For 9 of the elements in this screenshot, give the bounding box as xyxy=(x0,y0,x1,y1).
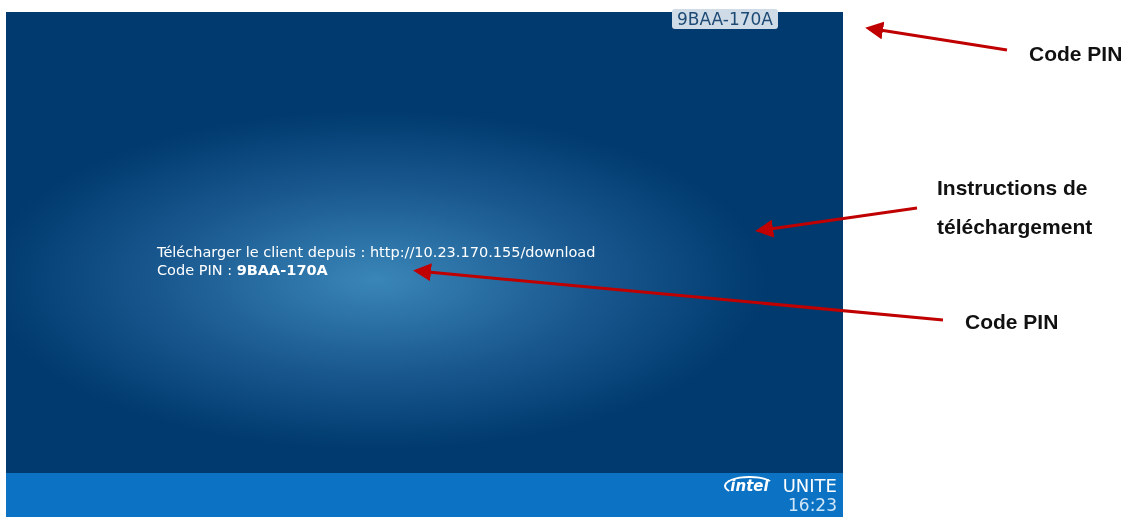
callout-label: Instructions de téléchargement xyxy=(937,175,1094,240)
product-name: UNITE xyxy=(782,476,837,496)
brand-logo: intel xyxy=(724,476,775,496)
pin-code-badge: 9BAA-170A xyxy=(671,9,778,29)
callout-label: Code PIN xyxy=(1029,41,1123,67)
pin-code-line: Code PIN : 9BAA-170A xyxy=(157,261,329,279)
clock-time: 16:23 xyxy=(788,496,837,514)
callout-label: Code PIN xyxy=(965,309,1059,335)
download-instruction: Télécharger le client depuis : http://10.23.170.155/download xyxy=(157,243,597,261)
